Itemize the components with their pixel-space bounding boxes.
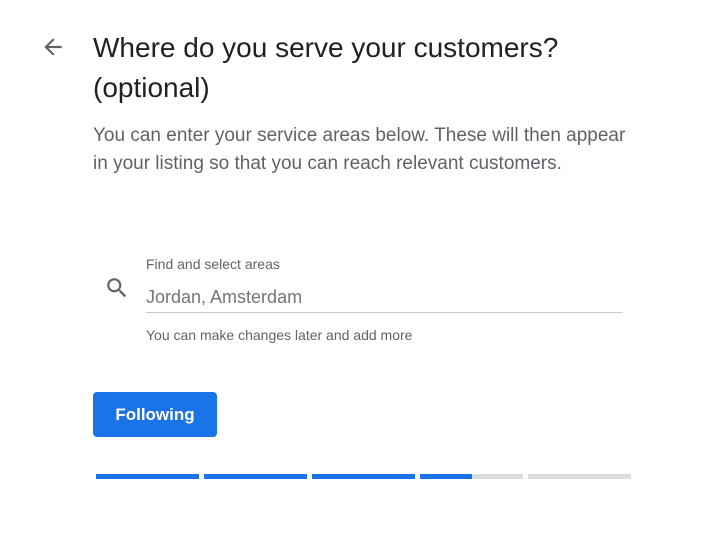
progress-segment bbox=[420, 474, 523, 479]
progress-segment-fill bbox=[420, 474, 472, 479]
progress-segment bbox=[204, 474, 307, 479]
back-button[interactable] bbox=[38, 32, 68, 62]
progress-segment bbox=[96, 474, 199, 479]
area-field-label: Find and select areas bbox=[146, 256, 280, 272]
search-icon bbox=[107, 278, 127, 298]
page-description: You can enter your service areas below. … bbox=[93, 125, 626, 174]
progress-segment-fill bbox=[96, 474, 199, 479]
service-area-page: Where do you serve your customers? (opti… bbox=[0, 0, 710, 536]
progress-segment bbox=[528, 474, 631, 479]
area-search-input[interactable] bbox=[146, 283, 623, 313]
area-field-helper-text: You can make changes later and add more bbox=[146, 327, 413, 343]
progress-bar bbox=[96, 474, 631, 479]
progress-segment-fill bbox=[312, 474, 415, 479]
page-title-line-2: (optional) bbox=[93, 72, 210, 103]
following-button[interactable]: Following bbox=[93, 392, 217, 437]
progress-segment-fill bbox=[204, 474, 307, 479]
progress-segment bbox=[312, 474, 415, 479]
arrow-back-icon bbox=[44, 38, 62, 56]
page-title-line-1: Where do you serve your customers? bbox=[93, 32, 559, 63]
page-title: Where do you serve your customers? (opti… bbox=[93, 28, 653, 108]
